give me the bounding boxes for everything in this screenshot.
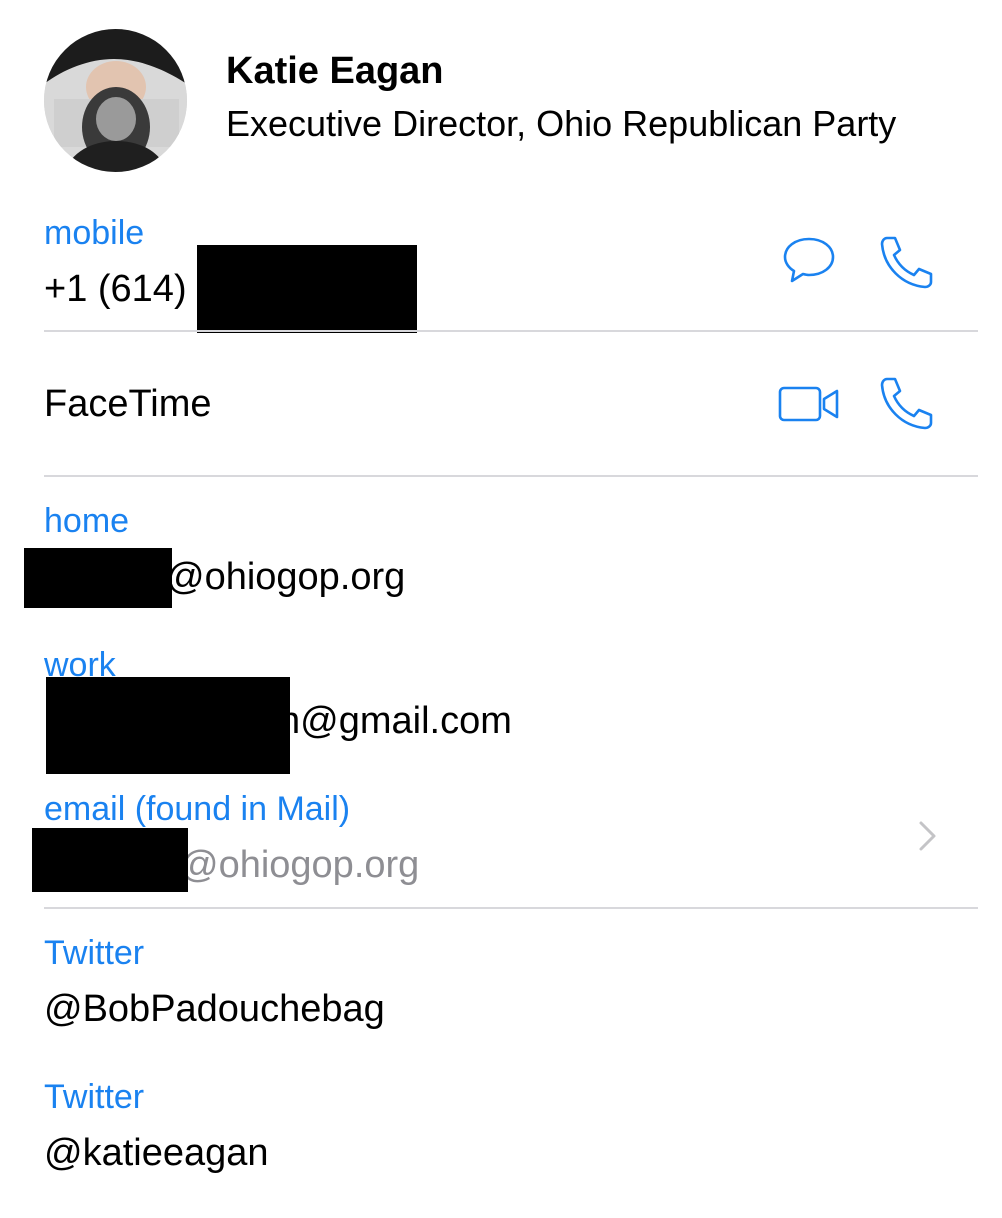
separator [44,907,978,909]
email-value-found[interactable]: @ohiogop.org [180,844,419,887]
contact-name: Katie Eagan [226,50,444,92]
contact-title: Executive Director, Ohio Republican Part… [226,103,897,144]
separator [44,475,978,477]
contact-avatar [44,29,187,172]
twitter-label: Twitter [44,934,145,972]
redaction-box [24,548,172,608]
email-label-home: home [44,502,130,540]
video-icon[interactable] [778,386,840,422]
avatar-image [44,29,187,172]
twitter-handle[interactable]: @katieeagan [44,1132,269,1175]
email-value-work[interactable]: n@gmail.com [279,700,512,743]
phone-icon[interactable] [878,376,934,430]
twitter-handle[interactable]: @BobPadouchebag [44,988,385,1031]
twitter-label: Twitter [44,1078,145,1116]
redaction-box [197,245,417,333]
email-label-found: email (found in Mail) [44,790,351,828]
chevron-right-icon[interactable] [916,818,940,854]
separator [44,330,978,332]
phone-icon[interactable] [878,235,934,289]
phone-number[interactable]: +1 (614) [44,268,187,311]
email-value-home[interactable]: @ohiogop.org [166,556,405,599]
facetime-label: FaceTime [44,383,212,425]
redaction-box [46,677,290,774]
message-icon[interactable] [782,235,836,287]
phone-label: mobile [44,214,145,252]
redaction-box [32,828,188,892]
